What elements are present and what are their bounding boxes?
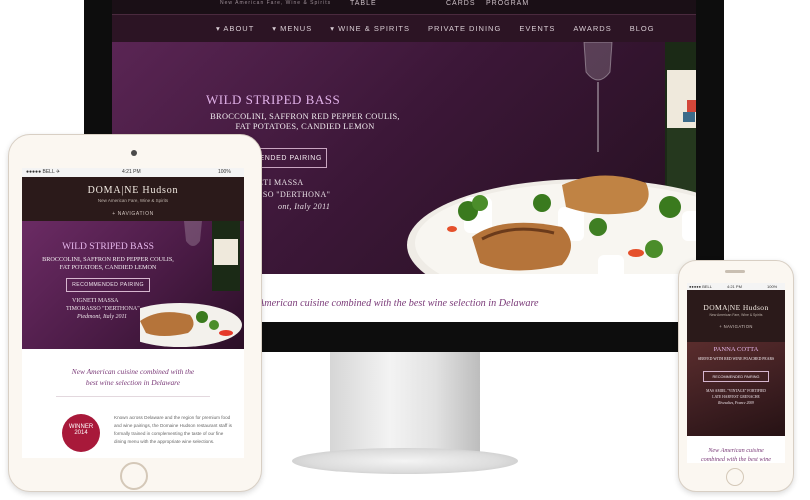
phone-tagline-line-2: combined with the best wine — [700, 456, 772, 463]
nav-wine-spirits[interactable]: ▾ WINE & SPIRITS — [330, 24, 410, 33]
tablet-tagline-line-1: New American cuisine combined with the — [71, 367, 195, 376]
tablet-logo-subtitle: New American Fare, Wine & Spirits — [97, 198, 169, 203]
phone-recommended-pairing-button[interactable]: RECOMMENDED PAIRING — [703, 371, 769, 382]
phone-logo-subtitle: New American Fare, Wine & Spirits — [709, 313, 763, 317]
phone-navigation-toggle[interactable]: + NAVIGATION — [687, 324, 785, 329]
iphone-home-button[interactable] — [726, 468, 744, 486]
hero-dish-line-2: FAT POTATOES, CANDIED LEMON — [235, 122, 375, 131]
nav-menus[interactable]: ▾ MENUS — [272, 24, 312, 33]
hero-dish-line-1: BROCCOLINI, SAFFRON RED PEPPER COULIS, — [210, 112, 400, 121]
tablet-navigation-toggle[interactable]: + NAVIGATION — [22, 207, 244, 221]
phone-site-view: ●●●●● BELL 4:21 PM 100% DOMA|NE Hudson N… — [687, 283, 785, 463]
tablet-wine-line-1: VIGNETI MASSA — [72, 298, 119, 304]
tablet-site-view: ●●●●● BELL ✈ 4:21 PM 100% DOMA|NE Hudson… — [22, 168, 244, 458]
phone-logo[interactable]: DOMA|NE Hudson — [687, 303, 785, 312]
desktop-main-nav: ▾ ABOUT ▾ MENUS ▾ WINE & SPIRITS PRIVATE… — [112, 14, 696, 42]
top-tagline: New American Fare, Wine & Spirits — [220, 0, 332, 6]
wine-glass-image — [583, 42, 613, 152]
imac-stand — [330, 352, 480, 452]
phone-status-battery: 100% — [767, 284, 778, 289]
status-battery: 100% — [218, 169, 231, 175]
phone-wine-line-2: LATE HARVEST GRENACHE — [712, 395, 760, 399]
nav-about[interactable]: ▾ ABOUT — [216, 24, 254, 33]
desktop-tagline: American cuisine combined with the best … — [258, 298, 539, 309]
hero-dish-title: WILD STRIPED BASS — [206, 92, 341, 107]
recommended-pairing-button[interactable]: ENDED PAIRING — [252, 148, 327, 168]
tablet-divider — [56, 396, 210, 397]
status-carrier: ●●●●● BELL ✈ — [26, 169, 61, 175]
top-link-cards[interactable]: CARDS — [446, 0, 476, 7]
award-badge: WINNER 2014 — [62, 414, 100, 452]
tablet-tagline-line-2: best wine selection in Delaware — [85, 378, 181, 387]
phone-wine-line-1: MAS AMIEL "VINTAGE" FORTIFIED — [706, 389, 766, 393]
tablet-hero-line-2: FAT POTATOES, CANDIED LEMON — [59, 264, 157, 271]
tablet-wine-line-2: TIMORASSO "DERTHONA" — [66, 306, 140, 312]
phone-hero-line-1: SERVED WITH RED WINE POACHED PEARS — [697, 357, 775, 361]
nav-private-dining[interactable]: PRIVATE DINING — [428, 24, 501, 33]
tablet-status-bar: ●●●●● BELL ✈ 4:21 PM 100% — [22, 168, 244, 177]
tablet-hero-food-image — [140, 221, 242, 347]
phone-tagline-line-1: New American cuisine — [708, 447, 764, 454]
nav-blog[interactable]: BLOG — [630, 24, 655, 33]
tablet-hero-line-1: BROCCOLINI, SAFFRON RED PEPPER COULIS, — [42, 256, 174, 263]
phone-status-carrier: ●●●●● BELL — [689, 284, 712, 289]
hero-wine-line-1: ETI MASSA — [258, 178, 304, 187]
hero-wine-line-2: SSO "DERTHONA" — [258, 190, 331, 199]
status-time: 4:21 PM — [122, 169, 141, 175]
phone-status-time: 4:21 PM — [727, 284, 742, 289]
top-link-table[interactable]: TABLE — [350, 0, 377, 7]
hero-wine-line-3: ont, Italy 2011 — [278, 202, 331, 211]
imac-stand-base — [292, 448, 518, 474]
ipad-home-button[interactable] — [120, 462, 148, 490]
nav-awards[interactable]: AWARDS — [573, 24, 611, 33]
phone-hero-title: PANNA COTTA — [713, 346, 759, 353]
top-link-program[interactable]: PROGRAM — [486, 0, 529, 7]
iphone-speaker — [725, 270, 745, 273]
tablet-body-text: Known across Delaware and the region for… — [114, 415, 232, 444]
tablet-recommended-pairing-button[interactable]: RECOMMENDED PAIRING — [66, 278, 150, 292]
tablet-logo[interactable]: DOMA|NE Hudson — [22, 185, 244, 196]
phone-wine-line-3: Rivesaltes, France 2009 — [718, 401, 754, 405]
desktop-top-bar: New American Fare, Wine & Spirits TABLE … — [112, 0, 696, 14]
tablet-hero-title: WILD STRIPED BASS — [62, 242, 154, 252]
ipad-camera-icon — [131, 150, 137, 156]
phone-status-bar: ●●●●● BELL 4:21 PM 100% — [687, 283, 785, 290]
nav-events[interactable]: EVENTS — [519, 24, 555, 33]
tablet-wine-line-3: Piedmont, Italy 2011 — [77, 314, 128, 320]
